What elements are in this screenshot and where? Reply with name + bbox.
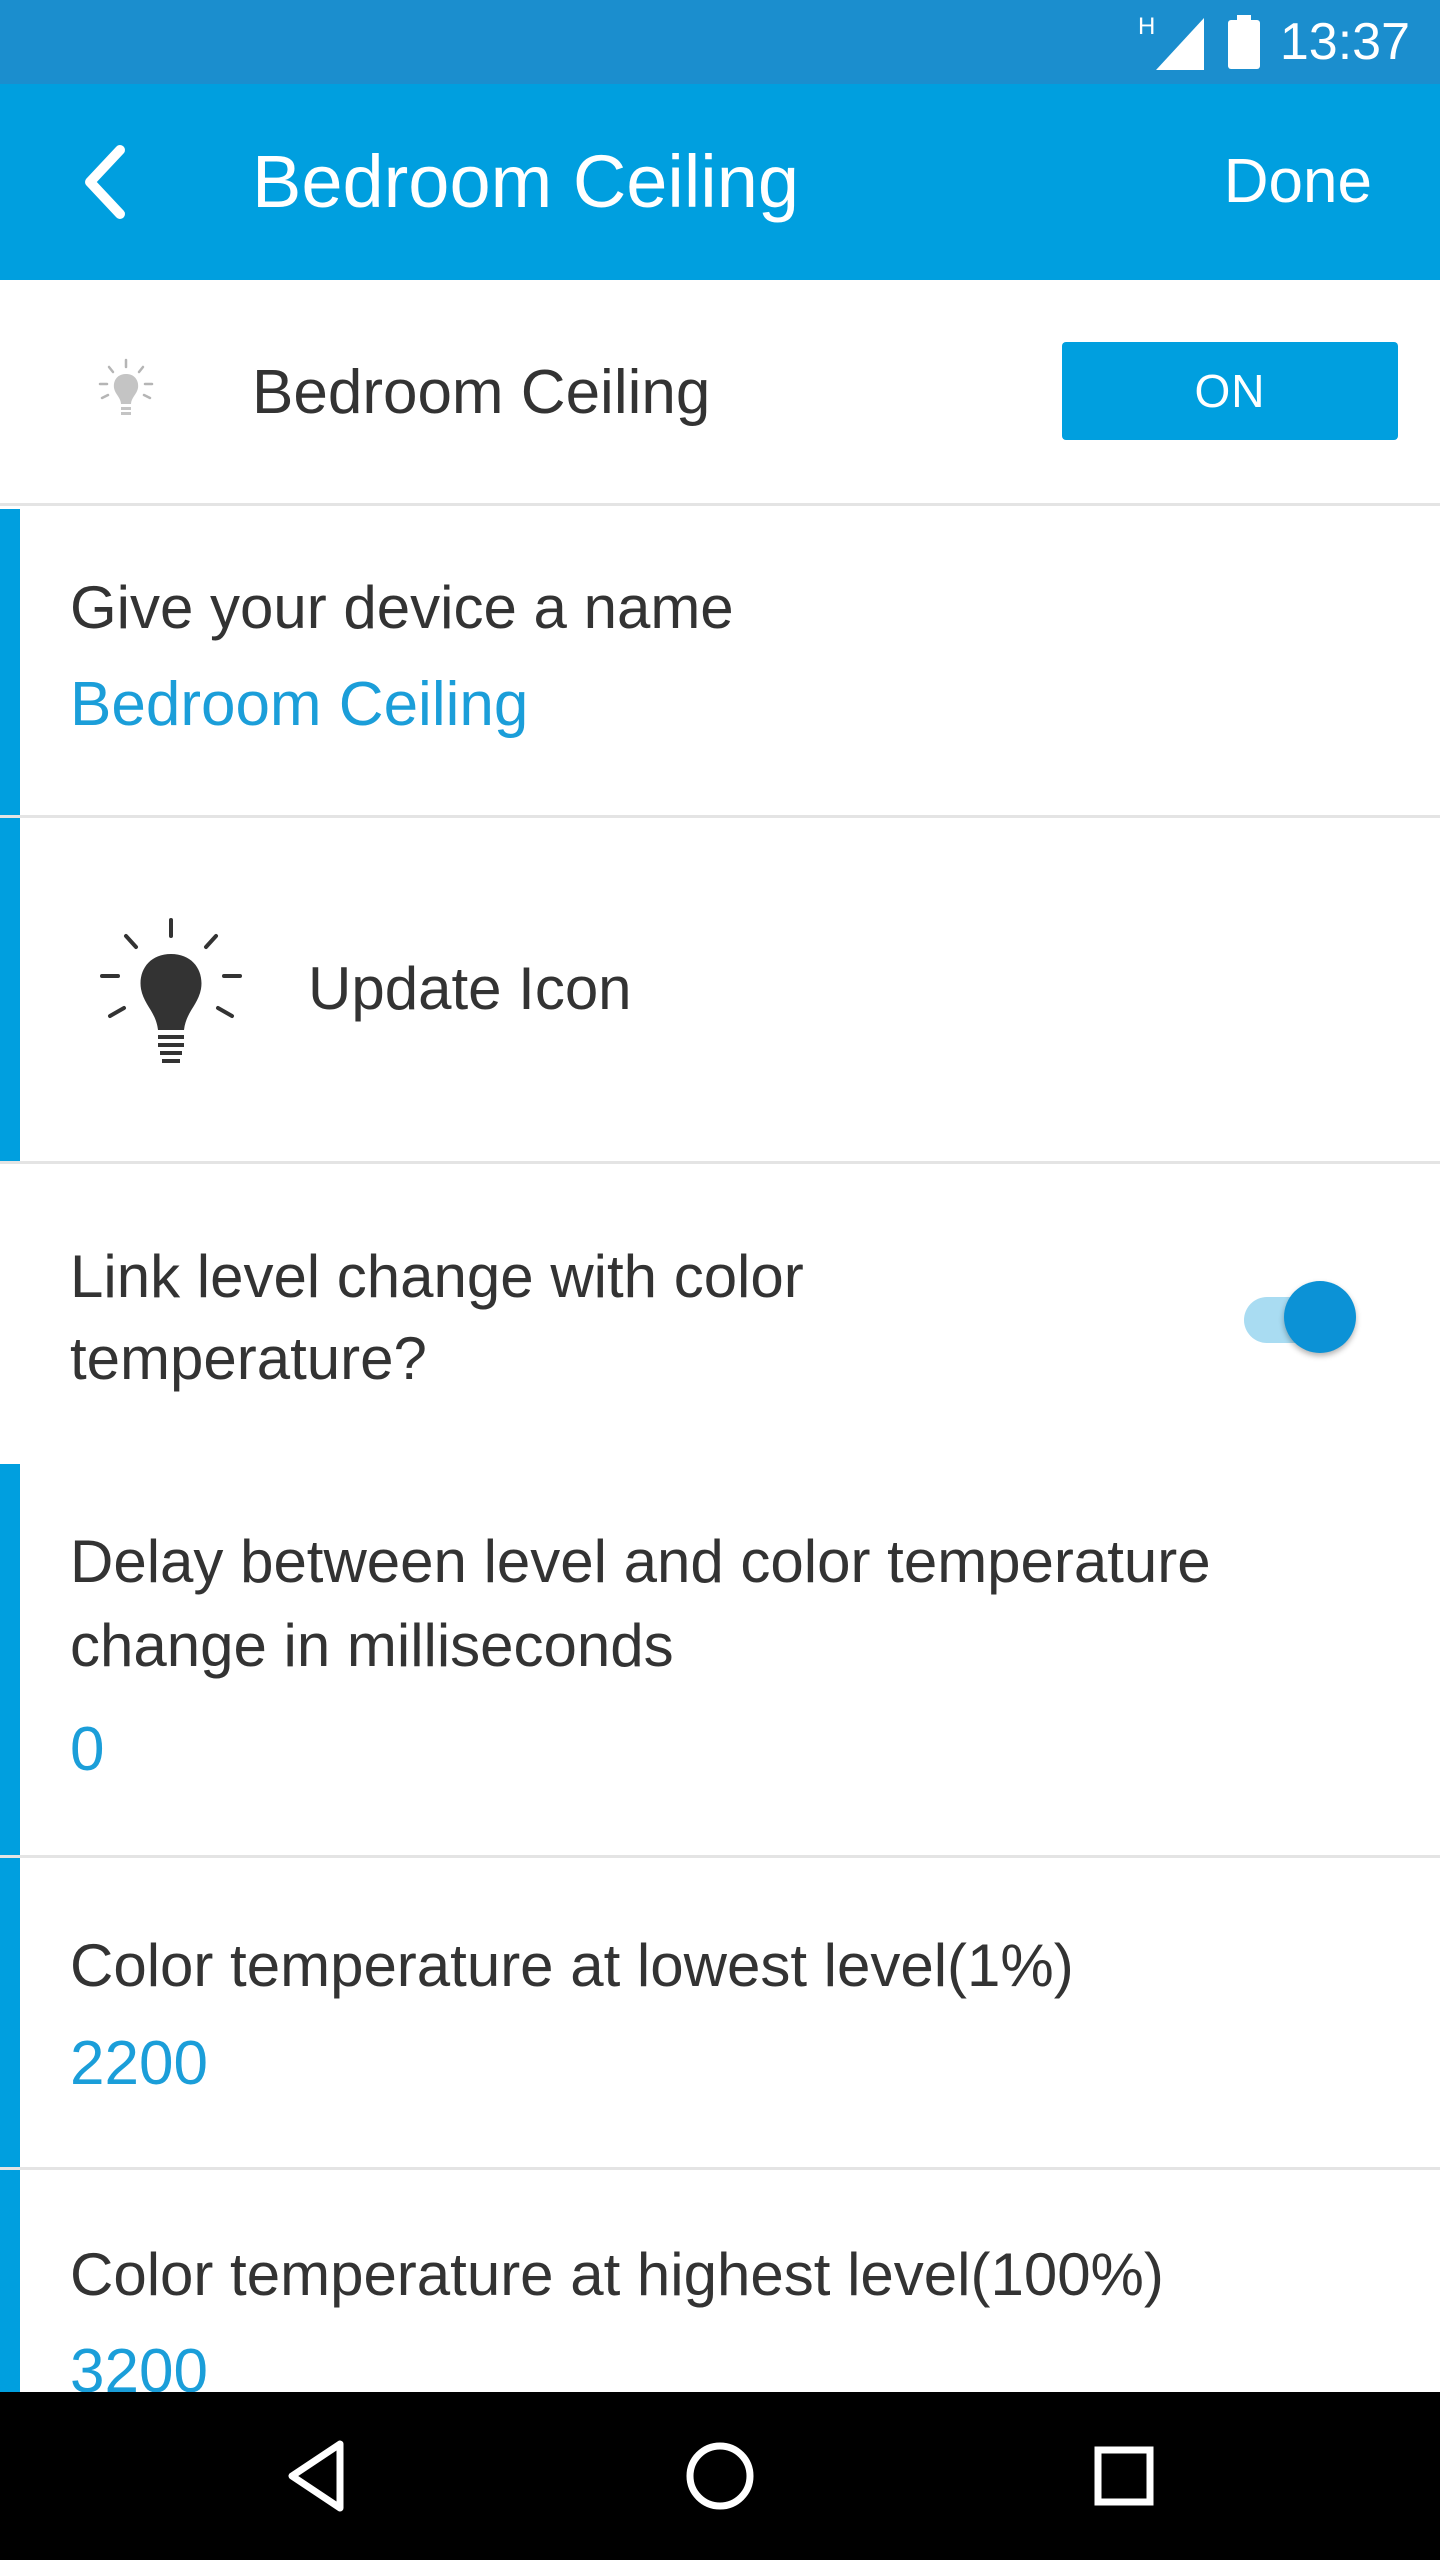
lowest-level-setting[interactable]: Color temperature at lowest level(1%) 22… bbox=[0, 1858, 1440, 2170]
toggle-thumb bbox=[1284, 1281, 1356, 1353]
status-bar: H 13:37 bbox=[0, 0, 1440, 84]
delay-label-line2: change in milliseconds bbox=[70, 1612, 674, 1679]
device-header-row: Bedroom Ceiling ON bbox=[0, 280, 1440, 506]
nav-back-button[interactable] bbox=[268, 2426, 368, 2526]
signal-icon: H bbox=[1138, 13, 1204, 70]
link-level-label-line1: Link level change with color bbox=[70, 1243, 804, 1310]
network-type-label: H bbox=[1138, 13, 1155, 40]
lowest-level-label: Color temperature at lowest level(1%) bbox=[70, 1932, 1074, 1999]
highest-level-label: Color temperature at highest level(100%) bbox=[70, 2241, 1164, 2308]
device-name-setting[interactable]: Give your device a name Bedroom Ceiling bbox=[0, 509, 1440, 818]
delay-label-line1: Delay between level and color temperatur… bbox=[70, 1528, 1211, 1595]
triangle-back-icon bbox=[288, 2440, 344, 2512]
navigation-bar bbox=[0, 2392, 1440, 2560]
nav-recents-button[interactable] bbox=[1074, 2426, 1174, 2526]
link-level-toggle[interactable] bbox=[1240, 1277, 1360, 1353]
battery-icon bbox=[1227, 15, 1260, 69]
update-icon-label: Update Icon bbox=[308, 955, 632, 1022]
chevron-left-icon bbox=[85, 145, 125, 219]
status-bar-right: H 13:37 bbox=[1138, 0, 1410, 84]
back-button[interactable] bbox=[56, 132, 156, 232]
circle-home-icon bbox=[686, 2442, 754, 2510]
update-icon-setting[interactable]: Update Icon bbox=[0, 818, 1440, 1164]
highest-level-setting[interactable]: Color temperature at highest level(100%)… bbox=[0, 2170, 1440, 2392]
nav-home-button[interactable] bbox=[670, 2426, 770, 2526]
lightbulb-icon bbox=[100, 918, 242, 1063]
done-button[interactable]: Done bbox=[1224, 84, 1372, 280]
square-recents-icon bbox=[1094, 2446, 1154, 2506]
status-time: 13:37 bbox=[1279, 13, 1410, 71]
device-name-value: Bedroom Ceiling bbox=[70, 670, 529, 739]
device-name: Bedroom Ceiling bbox=[252, 358, 711, 427]
page-title: Bedroom Ceiling bbox=[252, 140, 800, 223]
link-level-setting: Link level change with color temperature… bbox=[0, 1164, 1440, 1464]
device-name-label: Give your device a name bbox=[70, 574, 734, 641]
highest-level-value: 3200 bbox=[70, 2337, 208, 2392]
delay-value: 0 bbox=[70, 1715, 105, 1784]
link-level-label-line2: temperature? bbox=[70, 1325, 427, 1392]
power-toggle-button[interactable]: ON bbox=[1062, 342, 1398, 440]
lightbulb-icon bbox=[98, 358, 154, 415]
delay-setting[interactable]: Delay between level and color temperatur… bbox=[0, 1464, 1440, 1858]
lowest-level-value: 2200 bbox=[70, 2029, 208, 2098]
app-bar: Bedroom Ceiling Done bbox=[0, 84, 1440, 280]
